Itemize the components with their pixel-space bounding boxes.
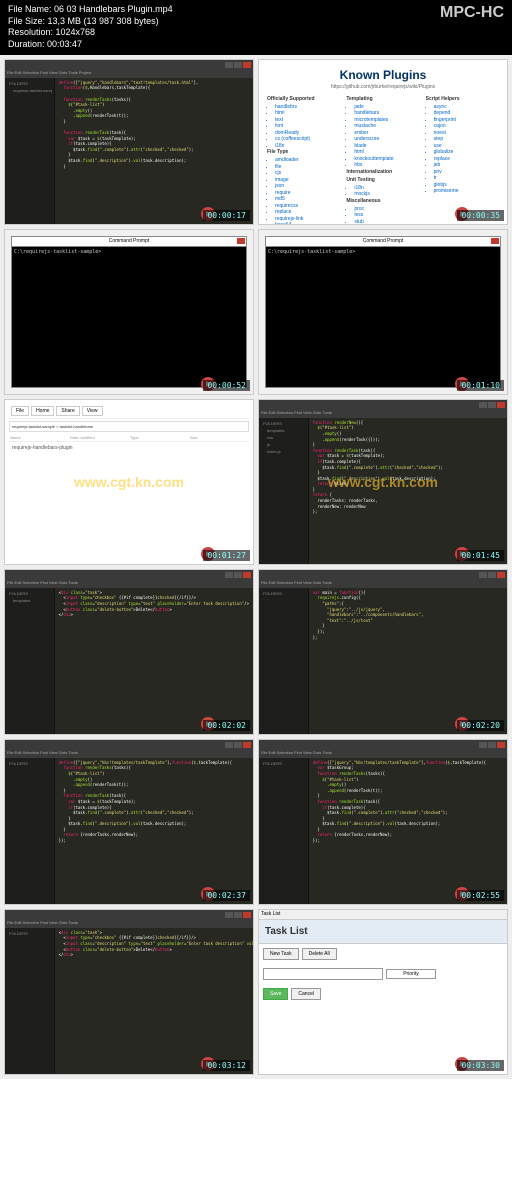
close-icon [491, 238, 499, 244]
plugin-list-2a: amdloaderfilecjsimagejsonrequiremd5requi… [267, 157, 340, 225]
thumb-4[interactable]: Command Prompt C:\requirejs-tasklist-sam… [258, 229, 508, 395]
thumb-6[interactable]: File Edit Selection Find View Goto Tools… [258, 399, 508, 565]
timestamp: 00:01:27 [203, 550, 250, 561]
thumb-7[interactable]: File Edit Selection Find View Goto Tools… [4, 569, 254, 735]
app-titlebar: Task List [259, 910, 507, 920]
thumb-2[interactable]: Known Plugins https://github.com/jrburke… [258, 59, 508, 225]
timestamp: 00:00:35 [457, 210, 504, 221]
filesize: File Size: 13,3 MB (13 987 308 bytes) [8, 16, 173, 28]
close-icon [243, 62, 251, 68]
folder-item: requirejs-handlebars-plugin [11, 444, 247, 452]
code-area: function renderNew(){ $("#task-list") .e… [309, 418, 507, 564]
file-sidebar: FOLDERS [259, 758, 309, 904]
plugin-list-3: i18nmockjs [346, 185, 419, 198]
slide-url: https://github.com/jrburke/requirejs/wik… [267, 84, 499, 90]
close-icon [497, 402, 505, 408]
thumb-5[interactable]: File Home Share View requirejs-tasklist-… [4, 399, 254, 565]
task-list-title: Task List [259, 920, 507, 944]
terminal-prompt: C:\requirejs-tasklist-sample> [266, 247, 500, 257]
code-area: <div class="task"> <input type="checkbox… [55, 588, 253, 734]
file-sidebar: FOLDERS [5, 928, 55, 1074]
task-input[interactable] [263, 968, 383, 980]
code-area: define(["jquery","hbs!templates/taskTemp… [55, 758, 253, 904]
thumb-10[interactable]: File Edit Selection Find View Goto Tools… [258, 739, 508, 905]
save-button[interactable]: Save [263, 988, 288, 1000]
terminal-prompt: C:\requirejs-tasklist-sample> [12, 247, 246, 257]
thumb-8[interactable]: File Edit Selection Find View Goto Tools… [258, 569, 508, 735]
timestamp: 00:02:37 [203, 890, 250, 901]
priority-select[interactable]: Priority [386, 969, 436, 979]
terminal-title: Command Prompt [12, 237, 246, 247]
file-sidebar: FOLDERS templates css js index.js [259, 418, 309, 564]
timestamp: 00:03:30 [457, 1060, 504, 1071]
thumb-9[interactable]: File Edit Selection Find View Goto Tools… [4, 739, 254, 905]
timestamp: 00:01:10 [457, 380, 504, 391]
timestamp: 00:00:17 [203, 210, 250, 221]
filename: File Name: 06 03 Handlebars Plugin.mp4 [8, 4, 173, 16]
duration: Duration: 00:03:47 [8, 39, 173, 51]
plugin-list-2b: jadehandlebarsmicrotemplatesmustacheembe… [346, 104, 419, 169]
timestamp: 00:01:45 [457, 550, 504, 561]
cancel-button[interactable]: Cancel [291, 988, 321, 1000]
slide-title: Known Plugins [267, 68, 499, 82]
timestamp: 00:00:52 [203, 380, 250, 391]
thumb-12[interactable]: Task List Task List New Task Delete All … [258, 909, 508, 1075]
thumb-3[interactable]: Command Prompt C:\requirejs-tasklist-sam… [4, 229, 254, 395]
close-icon [243, 572, 251, 578]
thumb-1[interactable]: File Edit Selection Find View Goto Tools… [4, 59, 254, 225]
file-sidebar: FOLDERS [259, 588, 309, 734]
timestamp: 00:03:12 [203, 1060, 250, 1071]
file-sidebar: FOLDERS requirejs-tasklist-sample [5, 78, 55, 224]
timestamp: 00:02:55 [457, 890, 504, 901]
plugin-list-4: asyncdependfingerprintcajonnoextstepuseg… [426, 104, 499, 195]
code-area: define(["jquery","hbs!templates/taskTemp… [309, 758, 507, 904]
new-task-button[interactable]: New Task [263, 948, 299, 960]
thumb-11[interactable]: File Edit Selection Find View Goto Tools… [4, 909, 254, 1075]
timestamp: 00:02:20 [457, 720, 504, 731]
path-bar: requirejs-tasklist-sample > tasklist-han… [9, 421, 249, 432]
file-sidebar: FOLDERS templates [5, 588, 55, 734]
player-name: MPC-HC [440, 4, 504, 22]
resolution: Resolution: 1024x768 [8, 27, 173, 39]
delete-all-button[interactable]: Delete All [302, 948, 337, 960]
menubar: File Edit Selection Find View Goto Tools… [5, 70, 253, 78]
close-icon [237, 238, 245, 244]
thumbnail-grid: File Edit Selection Find View Goto Tools… [0, 55, 512, 1079]
code-area: <div class="task"> <input type="checkbox… [55, 928, 253, 1074]
close-icon [243, 912, 251, 918]
plugin-list-3b: proclessstub [346, 206, 419, 225]
close-icon [497, 572, 505, 578]
plugin-list-1: handlebrshtmltextfontdomReadycs (coffees… [267, 104, 340, 150]
code-area: define(["jquery","handlebars","text!temp… [55, 78, 253, 224]
timestamp: 00:02:02 [203, 720, 250, 731]
code-area: var main = function(){ requirejs.config(… [309, 588, 507, 734]
close-icon [497, 742, 505, 748]
file-sidebar: FOLDERS [5, 758, 55, 904]
close-icon [243, 742, 251, 748]
video-info-header: File Name: 06 03 Handlebars Plugin.mp4 F… [0, 0, 512, 55]
terminal-title: Command Prompt [266, 237, 500, 247]
